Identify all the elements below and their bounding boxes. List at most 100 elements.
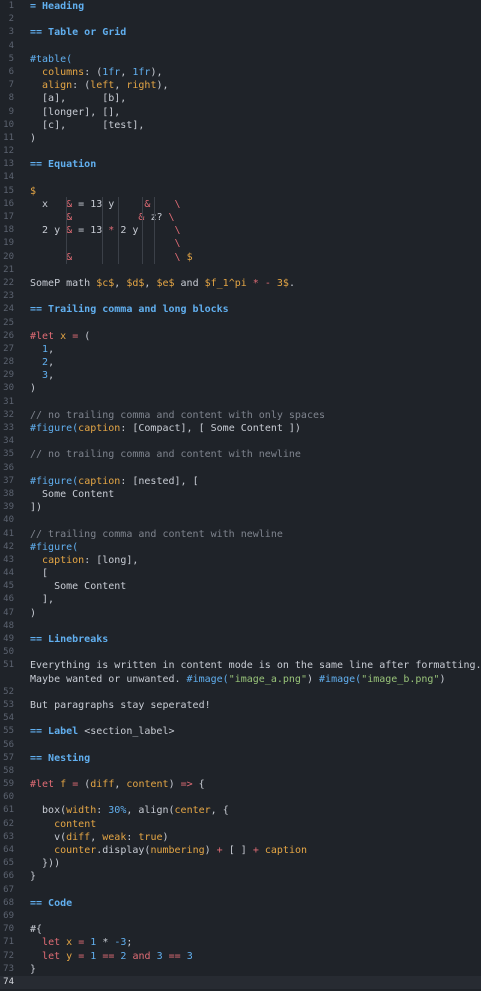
line-number: 48: [3, 620, 14, 631]
code-line[interactable]: 15 $: [0, 185, 481, 198]
code-line[interactable]: 33 #figure(caption: [Compact], [ Some Con…: [0, 422, 481, 435]
line-content: let y = 1 == 2 and 3 == 3: [30, 950, 193, 963]
code-line[interactable]: 37 #figure(caption: [nested], [: [0, 475, 481, 488]
code-line[interactable]: 8 [a], [b],: [0, 92, 481, 105]
code-line[interactable]: 67: [0, 884, 481, 897]
line-number: 54: [3, 713, 14, 724]
code-line[interactable]: 13 == Equation: [0, 158, 481, 171]
code-line[interactable]: 9 [longer], [],: [0, 106, 481, 119]
code-token: SomeP math: [30, 277, 97, 289]
code-line[interactable]: 1 = Heading: [0, 0, 481, 13]
code-token: })): [30, 858, 61, 870]
code-line[interactable]: 57 == Nesting: [0, 752, 481, 765]
code-line[interactable]: 41 // trailing comma and content with new…: [0, 528, 481, 541]
code-line[interactable]: 31: [0, 396, 481, 409]
code-line[interactable]: 39]): [0, 501, 481, 514]
code-line[interactable]: 48: [0, 620, 481, 633]
code-line[interactable]: 11): [0, 132, 481, 145]
code-line[interactable]: 6 columns: (1fr, 1fr),: [0, 66, 481, 79]
code-line[interactable]: 56: [0, 739, 481, 752]
code-token: $: [30, 185, 37, 197]
code-line[interactable]: 4: [0, 40, 481, 53]
code-token: ,: [114, 80, 127, 92]
code-line[interactable]: 21: [0, 264, 481, 277]
code-line[interactable]: 12: [0, 145, 481, 158]
code-line[interactable]: 27 1,: [0, 343, 481, 356]
line-number: 69: [3, 910, 14, 921]
code-line[interactable]: 32 // no trailing comma and content with …: [0, 409, 481, 422]
line-number: 28: [3, 357, 14, 368]
code-line[interactable]: 20 & \ $: [0, 251, 481, 264]
code-line[interactable]: 7 align: (left, right),: [0, 79, 481, 92]
code-line[interactable]: 17 & & z? \: [0, 211, 481, 224]
line-number: 43: [3, 554, 14, 565]
code-line[interactable]: 10 [c], [test],: [0, 119, 481, 132]
code-line[interactable]: 62 content: [0, 818, 481, 831]
code-line[interactable]: 74: [0, 975, 481, 990]
line-number: 60: [3, 792, 14, 803]
line-number: 62: [3, 818, 14, 829]
code-line[interactable]: 18 2 y & = 13 * 2 y \: [0, 224, 481, 237]
code-line[interactable]: 26 #let x = (: [0, 330, 481, 343]
code-line[interactable]: 23: [0, 290, 481, 303]
code-line[interactable]: 73}: [0, 963, 481, 976]
code-line[interactable]: 19 \: [0, 237, 481, 250]
code-line[interactable]: 45 Some Content: [0, 580, 481, 593]
code-line[interactable]: 34: [0, 435, 481, 448]
code-line[interactable]: 58: [0, 765, 481, 778]
code-line[interactable]: 59 #let f = (diff, content) => {: [0, 778, 481, 791]
code-editor[interactable]: 1 = Heading 2 3 == Table or Grid 4 5 #table(6 c…: [0, 0, 481, 991]
code-line[interactable]: 70 #{: [0, 923, 481, 936]
code-line[interactable]: 14: [0, 171, 481, 184]
code-line[interactable]: 53 But paragraphs stay seperated!: [0, 699, 481, 712]
code-line[interactable]: 68 == Code: [0, 897, 481, 910]
code-line[interactable]: 16 x & = 13 y & \: [0, 198, 481, 211]
code-line[interactable]: 46 ],: [0, 593, 481, 606]
code-line[interactable]: 51 Everything is written in content mode …: [0, 659, 481, 685]
code-line[interactable]: 52: [0, 686, 481, 699]
code-line[interactable]: 2: [0, 13, 481, 26]
code-line[interactable]: 44 [: [0, 567, 481, 580]
code-line[interactable]: 55 == Label <section_label>: [0, 725, 481, 738]
code-token: \: [168, 212, 175, 223]
code-line[interactable]: 61 box(width: 30%, align(center, {: [0, 804, 481, 817]
code-line[interactable]: 35 // no trailing comma and content with …: [0, 448, 481, 461]
code-line[interactable]: 69: [0, 910, 481, 923]
code-line[interactable]: 72 let y = 1 == 2 and 3 == 3: [0, 950, 481, 963]
code-line[interactable]: 5 #table(: [0, 53, 481, 66]
line-number: 5: [8, 53, 14, 64]
code-line[interactable]: 42 #figure(: [0, 541, 481, 554]
code-line[interactable]: 66}: [0, 870, 481, 883]
code-line[interactable]: 47): [0, 607, 481, 620]
code-line[interactable]: 28 2,: [0, 356, 481, 369]
code-line[interactable]: 30): [0, 382, 481, 395]
code-line[interactable]: 25: [0, 317, 481, 330]
line-number: 57: [3, 752, 14, 763]
code-line[interactable]: 43 caption: [long],: [0, 554, 481, 567]
code-token: , {: [210, 805, 229, 817]
code-line[interactable]: 63 v(diff, weak: true): [0, 831, 481, 844]
code-line[interactable]: 71 let x = 1 * -3;: [0, 936, 481, 949]
code-line[interactable]: 3 == Table or Grid: [0, 26, 481, 39]
code-line[interactable]: 29 3,: [0, 369, 481, 382]
code-token: 30%: [108, 805, 127, 817]
code-token: // no trailing comma and content with ne…: [30, 449, 301, 461]
code-line[interactable]: 38 Some Content: [0, 488, 481, 501]
code-line[interactable]: 22 SomeP math $c$, $d$, $e$ and $f_1^pi *…: [0, 277, 481, 290]
code-line[interactable]: 54: [0, 712, 481, 725]
code-line[interactable]: 65 })): [0, 857, 481, 870]
code-token: $e$: [156, 277, 175, 289]
line-number: 10: [3, 119, 14, 130]
code-line[interactable]: 24 == Trailing comma and long blocks: [0, 303, 481, 316]
code-line[interactable]: 36: [0, 462, 481, 475]
code-line[interactable]: 49 == Linebreaks: [0, 633, 481, 646]
code-line[interactable]: 50: [0, 646, 481, 659]
code-token: caption: [78, 423, 121, 434]
code-line[interactable]: 40: [0, 514, 481, 527]
line-number: 3: [8, 27, 14, 38]
code-line[interactable]: 64 counter.display(numbering) + [ ] + ca…: [0, 844, 481, 857]
line-number: 33: [3, 423, 14, 433]
code-token: numbering: [150, 845, 205, 857]
code-line[interactable]: 60: [0, 791, 481, 804]
